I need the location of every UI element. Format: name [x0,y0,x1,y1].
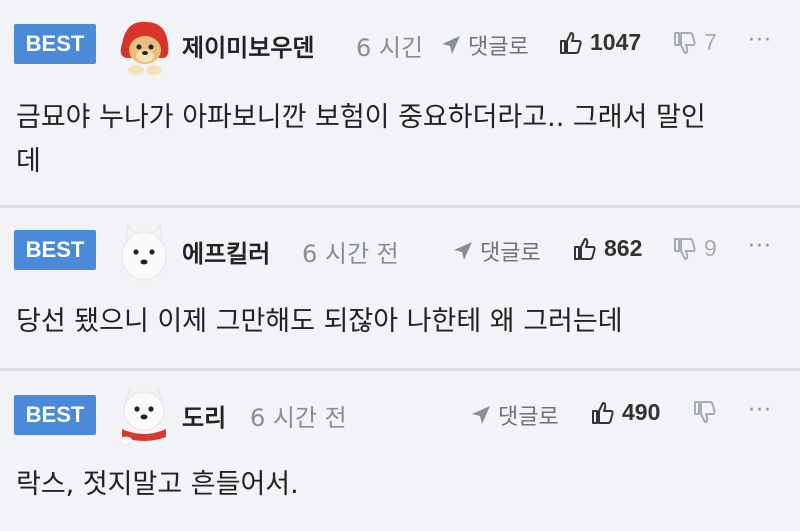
timestamp: 6 시긴 [356,34,424,62]
best-badge: BEST [14,24,96,64]
puppy-red-hood-icon [120,21,169,75]
white-dog-icon [121,224,167,281]
comment-text-line: 락스, 젓지말고 흔들어서. [16,469,299,500]
send-arrow-icon [454,242,472,260]
thumbs-up-icon [560,31,582,54]
reply-label: 댓글로 [498,405,559,430]
thumbs-down-icon [694,401,716,423]
thumbs-up-icon [592,401,614,424]
send-arrow-icon [442,36,460,54]
comment-text: 금묘야 누나가 아파보니깐 보험이 중요하더라고.. 그래서 말인 데 [16,96,786,184]
reply-label: 댓글로 [468,35,529,60]
nickname[interactable]: 도리 [182,398,226,433]
best-badge: BEST [14,230,96,270]
comment-text-line: 데 [16,146,41,177]
dislike-count: 9 [704,235,717,261]
comment-item: BEST 도리 6 시간 전 댓글로 490 ··· 락스, 젓지말고 흔들어서… [0,371,800,531]
thumbs-down-icon [674,31,696,54]
nickname[interactable]: 에프킬러 [182,234,270,269]
avatar[interactable] [112,220,176,284]
comment-item: BEST 제이미보우덴 6 시긴 댓글로 1047 7 ··· 금묘야 누나가 … [0,0,800,205]
comment-text-line: 당선 됐으니 이제 그만해도 되잖아 나한테 왜 그러는데 [16,306,623,337]
reply-button[interactable]: 댓글로 [470,399,559,431]
white-dog-red-scarf-icon [119,388,166,446]
comment-text: 락스, 젓지말고 흔들어서. [16,463,786,507]
like-button[interactable]: 490 [590,399,660,426]
more-menu-button[interactable]: ··· [748,234,772,259]
reply-label: 댓글로 [480,241,541,266]
avatar[interactable] [112,14,176,78]
like-count: 1047 [590,29,642,55]
comment-item: BEST 에프킬러 6 시간 전 댓글로 862 9 ··· 당선 됐으니 이제… [0,208,800,368]
dislike-button[interactable] [692,399,724,425]
dislike-button[interactable]: 9 [672,235,717,262]
send-arrow-icon [472,406,490,424]
thumbs-down-icon [674,237,696,260]
thumbs-up-icon [574,237,596,260]
reply-button[interactable]: 댓글로 [440,29,529,61]
more-menu-button[interactable]: ··· [748,398,772,423]
like-count: 862 [604,235,643,261]
like-button[interactable]: 862 [572,235,642,262]
dislike-button[interactable]: 7 [672,29,717,56]
comment-text-line: 금묘야 누나가 아파보니깐 보험이 중요하더라고.. 그래서 말인 [16,102,706,133]
like-button[interactable]: 1047 [558,29,641,56]
best-badge: BEST [14,395,96,435]
timestamp: 6 시간 전 [250,404,347,432]
avatar[interactable] [112,383,176,447]
nickname[interactable]: 제이미보우덴 [182,28,314,63]
comment-text: 당선 됐으니 이제 그만해도 되잖아 나한테 왜 그러는데 [16,300,786,344]
like-count: 490 [622,399,661,425]
more-menu-button[interactable]: ··· [748,28,772,53]
dislike-count: 7 [704,29,717,55]
reply-button[interactable]: 댓글로 [452,235,541,267]
timestamp: 6 시간 전 [302,240,399,268]
